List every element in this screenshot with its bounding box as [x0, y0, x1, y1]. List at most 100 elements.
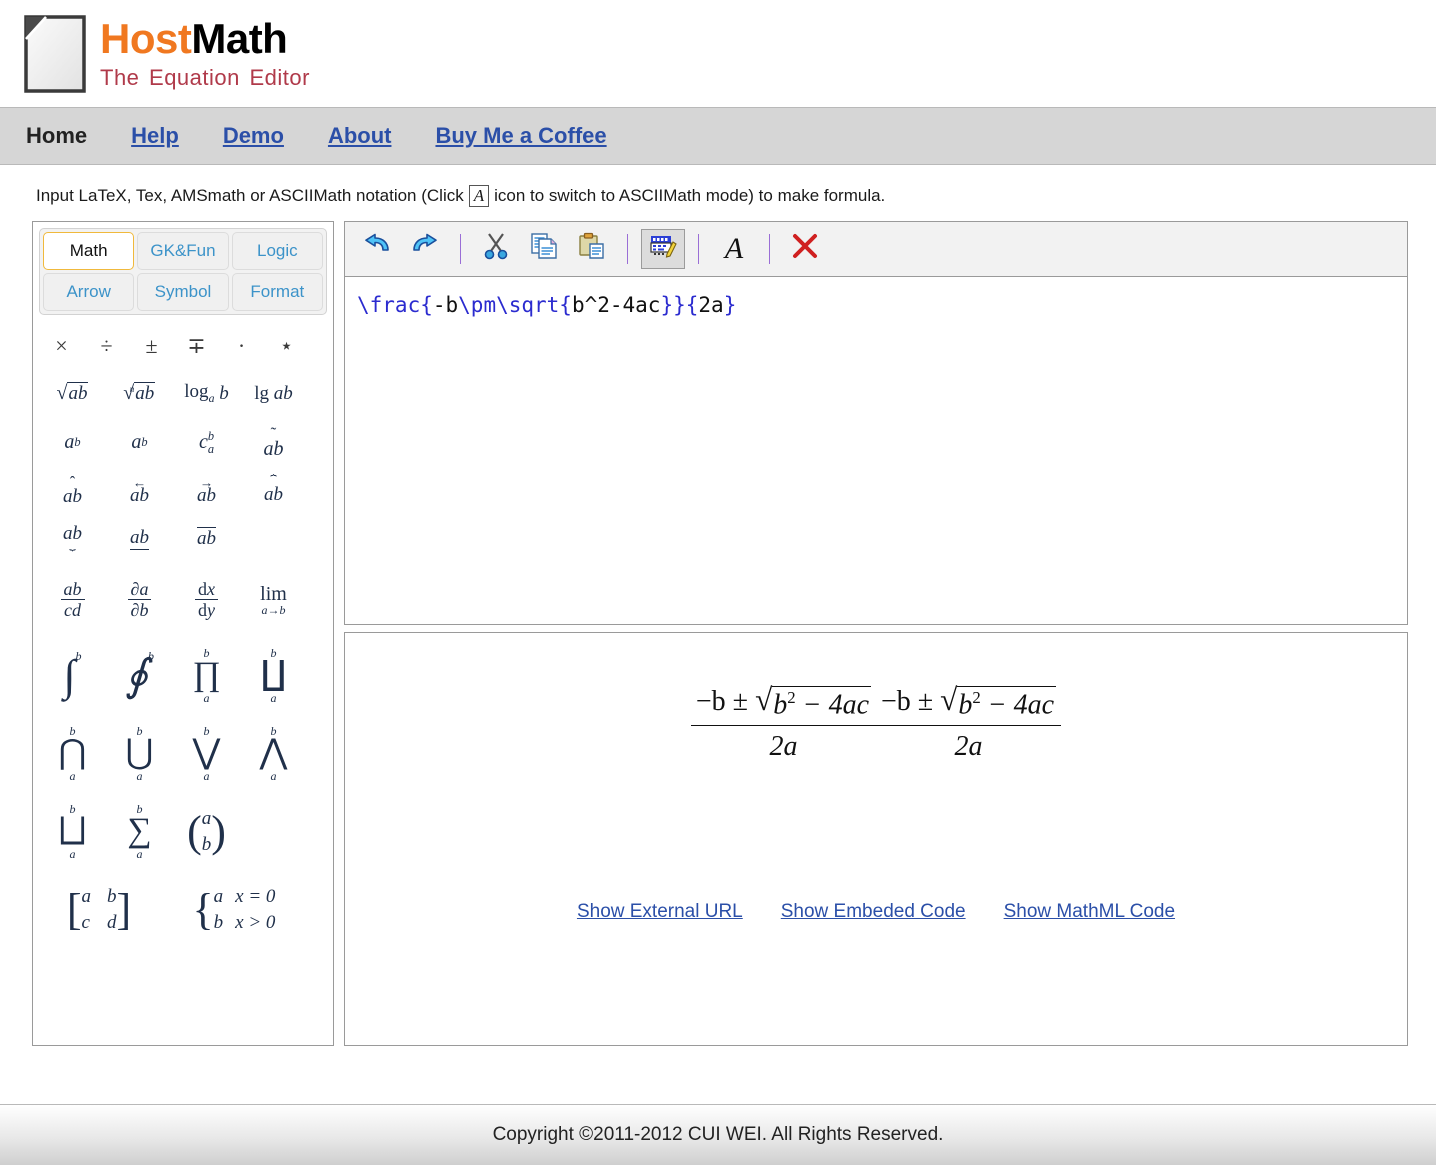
symbol-bigcap[interactable]: b ⋂ a	[39, 725, 106, 781]
brand-math: Math	[191, 15, 288, 62]
symbol-derivative-dx-dy[interactable]: dx dy	[173, 579, 240, 620]
nav-item-demo[interactable]: Demo	[223, 123, 284, 149]
logo-block[interactable]: HostMath The Equation Editor	[20, 13, 310, 95]
formula-1-denominator: 2a	[769, 730, 798, 762]
symbol-row-integrals: ∫bx ∮bx b∏a b∐a	[39, 637, 327, 715]
tab-logic[interactable]: Logic	[231, 231, 323, 270]
symbol-overbrace-ab[interactable]: ⏞ ab	[240, 476, 307, 504]
show-embeded-code-link[interactable]: Show Embeded Code	[781, 901, 966, 923]
asciimath-mode-button[interactable]: A	[712, 229, 756, 269]
symbol-coproduct[interactable]: b ∐ a	[240, 647, 307, 703]
symbol-underbrace-ab[interactable]: ab ⏟	[39, 524, 106, 551]
symbol-limit-a-to-b[interactable]: lim a→b	[240, 584, 307, 616]
latex-mode-button[interactable]	[641, 228, 685, 269]
symbol-lg-ab[interactable]: lg ab	[240, 383, 307, 405]
symbol-integral[interactable]: ∫bx	[39, 650, 106, 701]
symbol-row-accents: ̂ab ←ab →ab ⏞ab	[39, 467, 327, 515]
cut-button[interactable]	[474, 229, 518, 269]
symbol-sqrt-ab[interactable]: √ ab	[39, 382, 106, 405]
redo-button[interactable]	[403, 229, 447, 269]
formula-output-panel: −b ± √ b2 − 4ac 2a −b ± √ b2 − 4ac 2a Show…	[344, 631, 1408, 1046]
symbol-times[interactable]: ×	[39, 333, 84, 359]
wordmark: HostMath The Equation Editor	[100, 18, 310, 89]
latex-token-6: 2a	[698, 292, 724, 317]
symbol-binomial[interactable]: (a b)	[173, 806, 240, 857]
symbol-contour-integral[interactable]: ∮bx	[106, 650, 173, 701]
symbol-log-base-a-b[interactable]: loga b	[173, 381, 240, 406]
rendered-formula-1: −b ± √ b2 − 4ac 2a	[690, 681, 876, 763]
tab-symbol[interactable]: Symbol	[137, 272, 229, 311]
symbol-subsuperscript[interactable]: cba	[173, 430, 240, 455]
symbol-plusminus[interactable]: ±	[129, 333, 174, 359]
symbol-bigvee[interactable]: b ⋁ a	[173, 725, 240, 781]
palette-tab-group: Math GK&Fun Logic Arrow Symbol Format	[39, 227, 327, 315]
latex-input[interactable]: \frac{-b\pm\sqrt{b^2-4ac}}{2a}	[345, 277, 1407, 624]
symbol-sum[interactable]: b ∑ a	[106, 803, 173, 859]
symbol-superscript[interactable]: ab	[39, 431, 106, 454]
symbol-matrix-2x2[interactable]: [a b c d]	[39, 884, 159, 935]
nav-item-home[interactable]: Home	[26, 123, 87, 149]
tab-format-label: Format	[250, 281, 305, 301]
paste-button[interactable]	[570, 229, 614, 269]
latex-token-7: }	[723, 292, 737, 317]
formula-1-radical-icon: √	[755, 681, 773, 717]
symbol-cases[interactable]: {a x = 0bx > 0	[159, 884, 309, 935]
symbol-overleftarrow-ab[interactable]: ← ab	[106, 475, 173, 505]
scissors-icon	[482, 232, 510, 265]
red-x-icon	[791, 232, 819, 265]
show-mathml-code-link[interactable]: Show MathML Code	[1004, 901, 1175, 923]
symbol-overline-ab[interactable]: ab	[173, 527, 240, 550]
tab-math[interactable]: Math	[43, 231, 135, 270]
formula-2-denominator: 2a	[954, 730, 983, 762]
symbol-subscript[interactable]: ab	[106, 431, 173, 454]
formula-2-radicand-base: b	[958, 688, 973, 720]
nav-item-help[interactable]: Help	[131, 123, 179, 149]
show-external-url-link[interactable]: Show External URL	[577, 901, 743, 923]
symbol-widehat-ab[interactable]: ̂ab	[39, 476, 106, 506]
formula-2-radicand-exp: 2	[972, 687, 981, 707]
symbol-bigwedge[interactable]: b ⋀ a	[240, 725, 307, 781]
latex-keyboard-icon	[649, 232, 677, 265]
symbol-nth-root-ab[interactable]: n √ ab	[106, 382, 173, 405]
tab-arrow-label: Arrow	[66, 281, 111, 301]
undo-arrow-icon	[362, 233, 392, 264]
symbol-palette: Math GK&Fun Logic Arrow Symbol Format × …	[32, 220, 334, 1046]
symbol-row-matrix: [a b c d] {a x = 0bx > 0	[39, 871, 327, 949]
symbol-underline-ab[interactable]: ab	[106, 527, 173, 551]
latex-token-2: -b	[432, 292, 459, 317]
main-navigation: Home Help Demo About Buy Me a Coffee	[0, 108, 1436, 165]
formula-2-radicand-rest: − 4ac	[980, 688, 1055, 720]
tab-math-label: Math	[69, 240, 108, 260]
symbol-frac-ab-cd[interactable]: ab cd	[39, 579, 106, 620]
undo-button[interactable]	[355, 229, 399, 269]
latex-token-1: \frac{	[357, 292, 433, 317]
rendered-formula-row: −b ± √ b2 − 4ac 2a −b ± √ b2 − 4ac 2a	[345, 681, 1407, 763]
symbol-divide[interactable]: ÷	[84, 333, 129, 359]
symbol-product[interactable]: b ∏ a	[173, 647, 240, 703]
editor-toolbar: A	[345, 221, 1407, 277]
tab-arrow[interactable]: Arrow	[43, 272, 135, 311]
tab-format[interactable]: Format	[231, 272, 323, 311]
symbol-cdot[interactable]: ·	[219, 333, 264, 359]
letter-A-icon: A	[468, 185, 490, 207]
tab-gkfun-label: GK&Fun	[150, 240, 216, 260]
symbol-overrightarrow-ab[interactable]: → ab	[173, 475, 240, 505]
symbol-bigcup[interactable]: b ⋃ a	[106, 725, 173, 781]
redo-arrow-icon	[410, 233, 440, 264]
nav-item-buy-me-a-coffee[interactable]: Buy Me a Coffee	[435, 123, 606, 149]
output-links-row: Show External URL Show Embeded Code Show…	[345, 901, 1407, 923]
symbol-row-scripts: ab ab cba ˜ ab	[39, 419, 327, 467]
clear-button[interactable]	[783, 229, 827, 269]
brand-host: Host	[100, 15, 192, 62]
latex-editor-panel: A \frac{-b\pm\sqrt{b^2-4ac}}{2a}	[344, 220, 1408, 625]
tab-gkfun[interactable]: GK&Fun	[137, 231, 229, 270]
symbol-widetilde-ab[interactable]: ˜ ab	[240, 425, 307, 460]
symbol-minusplus[interactable]: ∓	[174, 333, 219, 359]
symbol-partial-derivative[interactable]: ∂a ∂b	[106, 579, 173, 620]
symbol-star[interactable]: ⋆	[264, 333, 309, 359]
symbol-bigsqcup[interactable]: b ⨆ a	[39, 803, 106, 859]
copy-button[interactable]	[522, 229, 566, 269]
symbol-row-unders: ab ⏟ ab ab	[39, 515, 327, 563]
nav-item-about[interactable]: About	[328, 123, 392, 149]
copyright-text: Copyright ©2011-2012 CUI WEI. All Rights…	[492, 1124, 944, 1145]
